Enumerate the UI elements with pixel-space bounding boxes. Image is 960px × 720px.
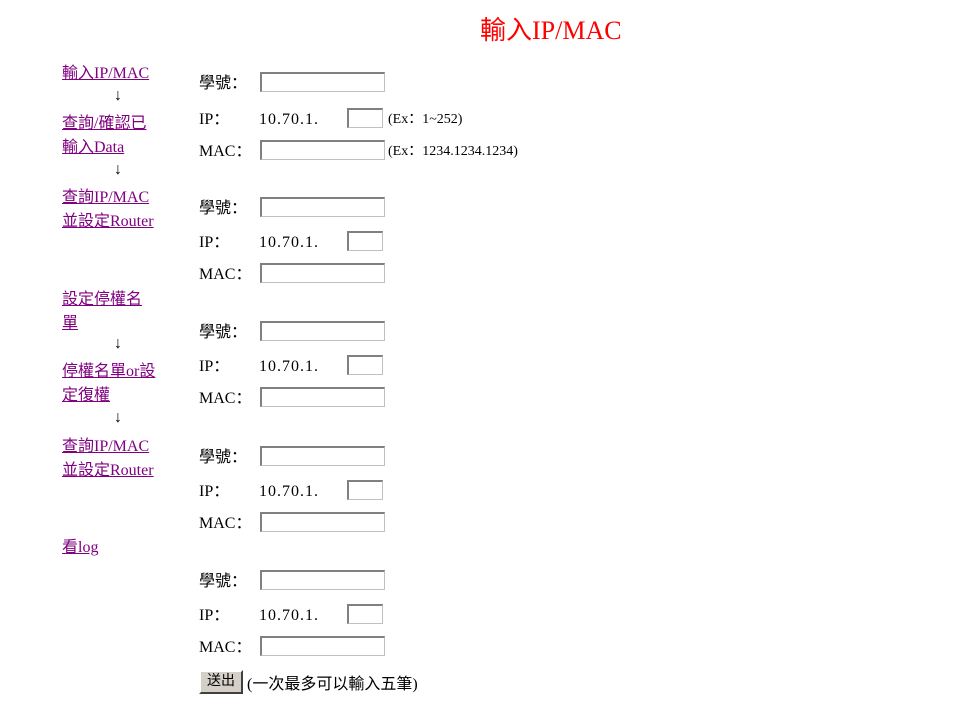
sidebar-link-line: 單 <box>62 315 79 332</box>
entry-block-3: 學號： IP： 10.70.1. MAC： <box>199 321 579 421</box>
submit-button[interactable]: 送出 <box>199 670 243 694</box>
ip-prefix: 10.70.1. <box>259 358 319 375</box>
entry-block-2: 學號： IP： 10.70.1. MAC： <box>199 197 579 297</box>
sidebar-link-line: 查詢/確認已 <box>62 115 147 132</box>
ip-label: IP： <box>199 111 230 128</box>
mac-input-2[interactable] <box>260 263 385 283</box>
student-id-input-4[interactable] <box>260 446 385 466</box>
ip-last-octet-input-2[interactable] <box>347 231 383 251</box>
id-label: 學號： <box>199 200 248 217</box>
ip-prefix: 10.70.1. <box>259 111 319 128</box>
ip-prefix: 10.70.1. <box>259 607 319 624</box>
sidebar-link-line: 設定停權名 <box>62 291 143 308</box>
sidebar-link-query-ip-mac-router[interactable]: 查詢IP/MAC 並設定Router <box>62 186 154 234</box>
mac-input-5[interactable] <box>260 636 385 656</box>
flow-arrow-icon: ↓ <box>114 87 122 104</box>
sidebar-link-line: 停權名單or設 <box>62 363 156 380</box>
sidebar-link-line: 並設定Router <box>62 213 154 230</box>
id-label: 學號： <box>199 449 248 466</box>
ip-last-octet-input-4[interactable] <box>347 480 383 500</box>
entry-block-5: 學號： IP： 10.70.1. MAC： <box>199 570 579 670</box>
entry-block-4: 學號： IP： 10.70.1. MAC： <box>199 446 579 546</box>
sidebar-link-input-ip-mac[interactable]: 輸入IP/MAC <box>62 62 149 86</box>
flow-arrow-icon: ↓ <box>114 335 122 352</box>
mac-hint: (Ex：1234.1234.1234) <box>388 144 518 159</box>
student-id-input-2[interactable] <box>260 197 385 217</box>
id-label: 學號： <box>199 75 248 92</box>
sidebar-link-query-confirm-data[interactable]: 查詢/確認已 輸入Data <box>62 112 146 160</box>
mac-label: MAC： <box>199 143 252 160</box>
mac-label: MAC： <box>199 266 252 283</box>
student-id-input-5[interactable] <box>260 570 385 590</box>
ip-label: IP： <box>199 358 230 375</box>
ip-label: IP： <box>199 607 230 624</box>
sidebar-link-line: 定復權 <box>62 387 111 404</box>
ip-last-octet-input-1[interactable] <box>347 108 383 128</box>
submit-note: (一次最多可以輸入五筆) <box>247 676 418 693</box>
entry-block-1: 學號： IP： 10.70.1. (Ex：1~252) MAC： (Ex：123… <box>199 72 579 172</box>
flow-arrow-icon: ↓ <box>114 161 122 178</box>
sidebar-link-line: 查詢IP/MAC <box>62 438 150 455</box>
flow-arrow-icon: ↓ <box>114 409 122 426</box>
sidebar-link-suspension-restore[interactable]: 停權名單or設 定復權 <box>62 360 155 408</box>
sidebar-link-line: 看log <box>62 539 99 556</box>
sidebar-link-line: 查詢IP/MAC <box>62 189 150 206</box>
id-label: 學號： <box>199 324 248 341</box>
sidebar-link-line: 輸入IP/MAC <box>62 65 150 82</box>
student-id-input-3[interactable] <box>260 321 385 341</box>
sidebar-link-line: 並設定Router <box>62 462 154 479</box>
sidebar-link-query-ip-mac-router-2[interactable]: 查詢IP/MAC 並設定Router <box>62 435 154 483</box>
mac-label: MAC： <box>199 515 252 532</box>
sidebar-link-set-suspension-list[interactable]: 設定停權名 單 <box>62 288 142 336</box>
mac-input-3[interactable] <box>260 387 385 407</box>
student-id-input-1[interactable] <box>260 72 385 92</box>
ip-label: IP： <box>199 483 230 500</box>
mac-input-4[interactable] <box>260 512 385 532</box>
page-title: 輸入IP/MAC <box>480 16 622 45</box>
ip-prefix: 10.70.1. <box>259 483 319 500</box>
ip-last-octet-input-5[interactable] <box>347 604 383 624</box>
page: 輸入IP/MAC 輸入IP/MAC ↓ 查詢/確認已 輸入Data ↓ 查詢IP… <box>0 0 960 720</box>
ip-prefix: 10.70.1. <box>259 234 319 251</box>
ip-last-octet-input-3[interactable] <box>347 355 383 375</box>
sidebar-link-view-log[interactable]: 看log <box>62 536 98 560</box>
mac-input-1[interactable] <box>260 140 385 160</box>
id-label: 學號： <box>199 573 248 590</box>
sidebar-link-line: 輸入Data <box>62 139 125 156</box>
ip-hint: (Ex：1~252) <box>388 112 463 127</box>
mac-label: MAC： <box>199 390 252 407</box>
mac-label: MAC： <box>199 639 252 656</box>
ip-label: IP： <box>199 234 230 251</box>
